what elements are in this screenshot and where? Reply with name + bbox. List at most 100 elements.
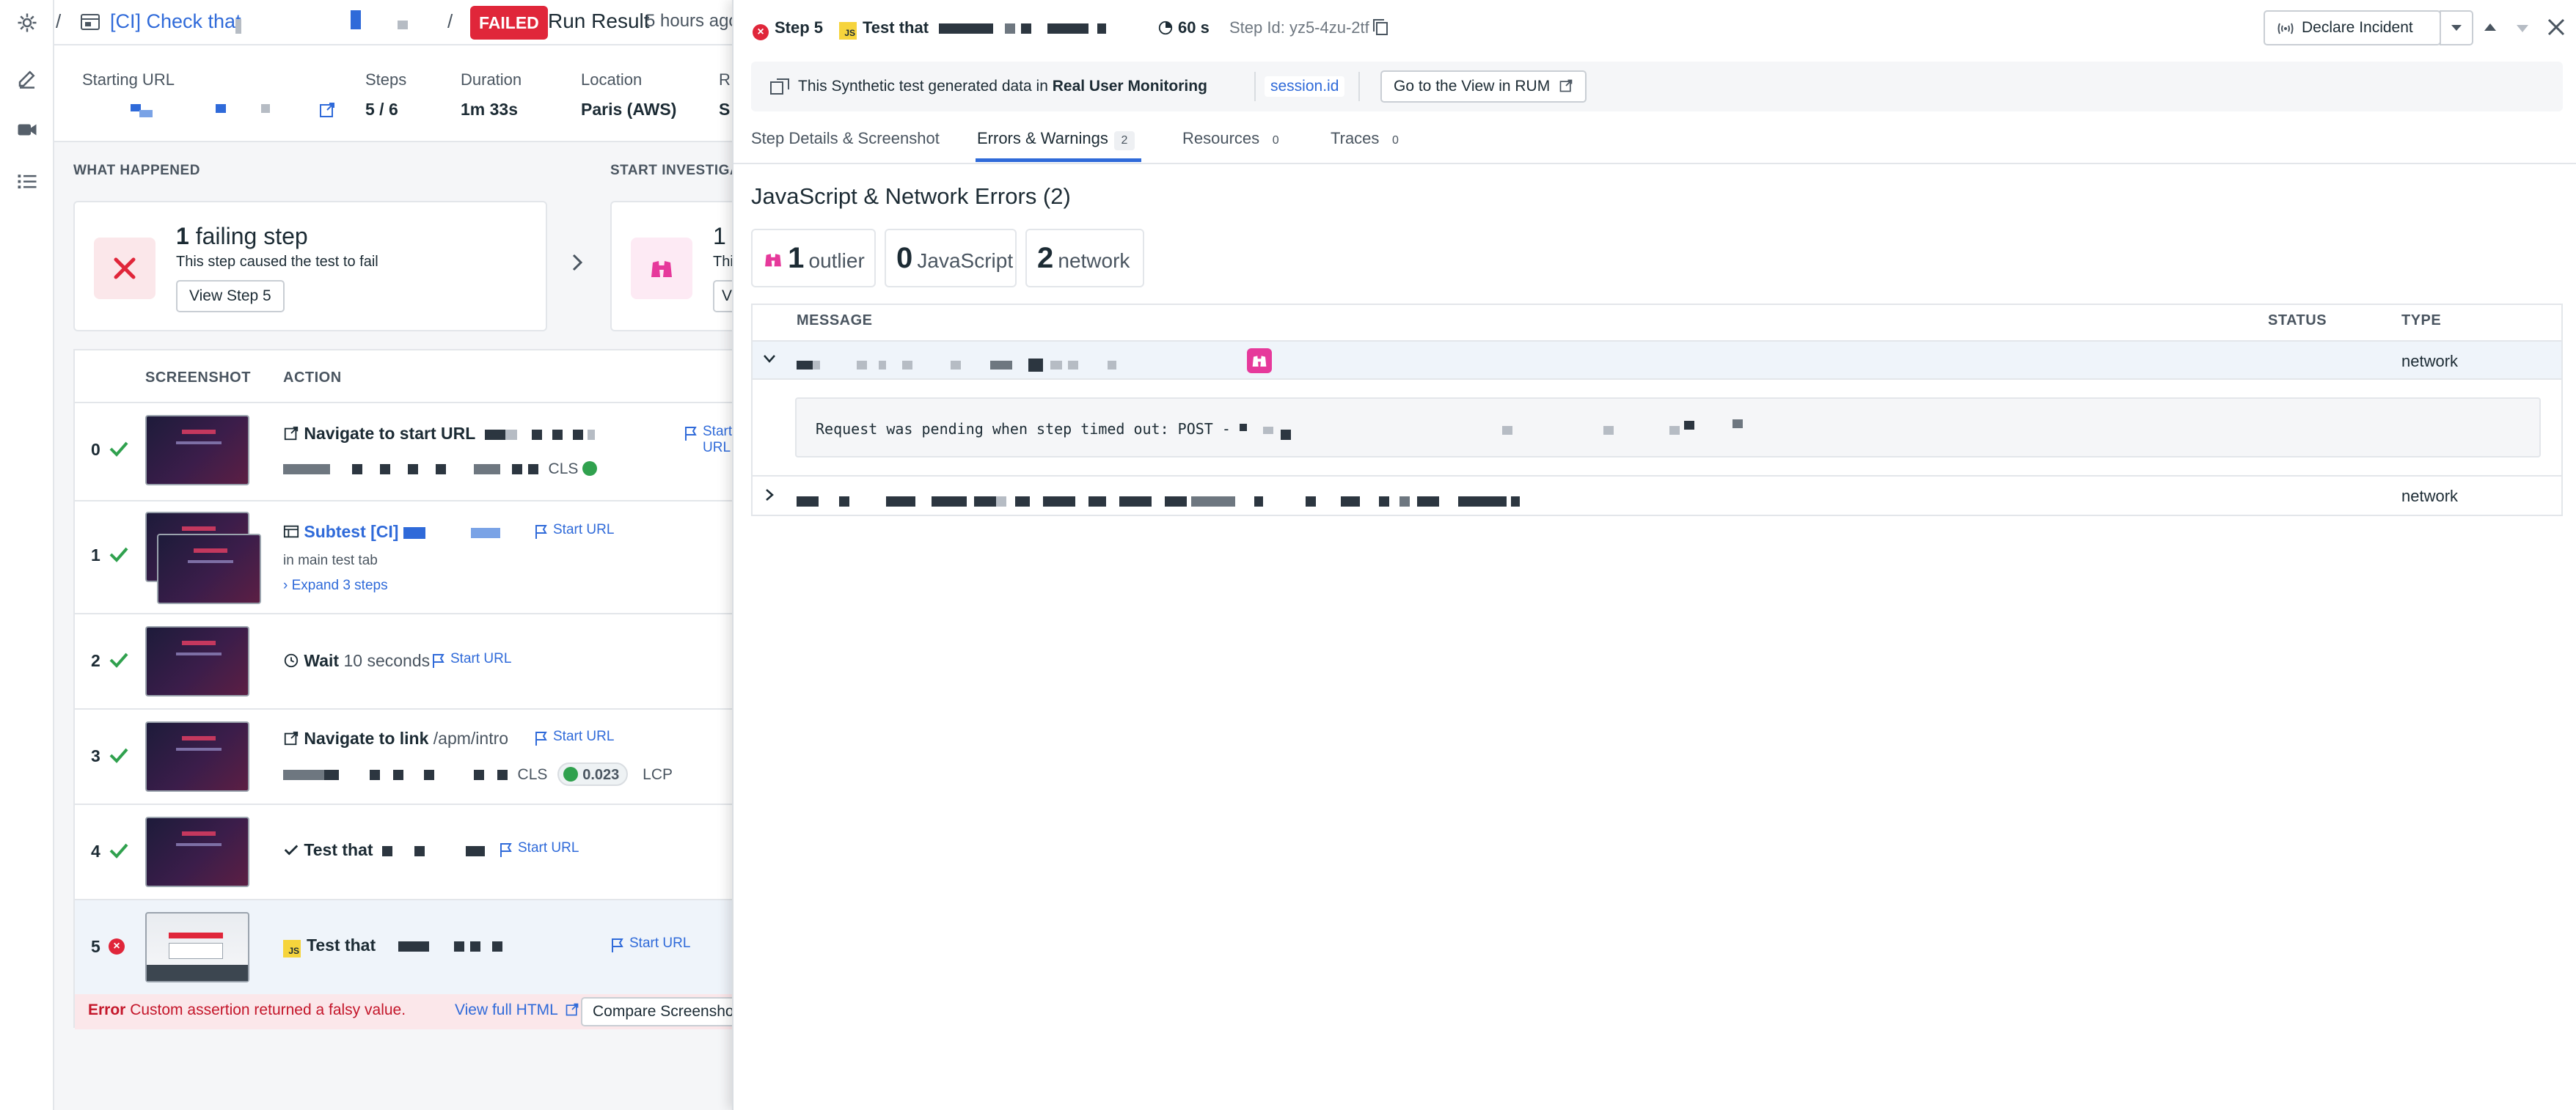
breadcrumb-separator: /: [447, 10, 453, 32]
steps-field: Steps 5 / 6: [365, 70, 406, 120]
view-full-html-link[interactable]: View full HTML: [455, 1001, 579, 1019]
flag-icon: [433, 654, 444, 668]
session-id-link[interactable]: session.id: [1265, 76, 1345, 97]
compare-screenshots-button[interactable]: Compare Screensho: [581, 997, 733, 1026]
external-link-icon: [566, 1003, 579, 1016]
expand-steps-link[interactable]: › Expand 3 steps: [283, 578, 388, 594]
close-icon[interactable]: [2547, 18, 2566, 37]
chevron-right-icon[interactable]: [764, 488, 775, 501]
subtest-link[interactable]: Subtest [CI]: [304, 522, 398, 541]
tab-resources[interactable]: Resources 0: [1182, 129, 1286, 150]
video-icon[interactable]: [16, 119, 38, 141]
column-header-action: ACTION: [283, 370, 342, 386]
outlier-count-filter[interactable]: 1 outlier: [751, 229, 876, 287]
subtest-context: in main test tab: [283, 553, 378, 568]
external-link-icon: [284, 426, 299, 441]
step-screenshot[interactable]: [145, 626, 249, 696]
investigate-description: This: [713, 254, 733, 270]
start-url-link[interactable]: Start URL: [518, 840, 579, 856]
step-label: × Step 5: [753, 18, 823, 40]
chevron-right-icon[interactable]: [568, 251, 587, 273]
check-icon: [109, 653, 128, 668]
failing-step-description: This step caused the test to fail: [176, 254, 378, 270]
step-detail-panel: × Step 5 JS Test that 60 s Step Id: yz5-4z…: [732, 0, 2576, 1110]
failing-step-title: 1 failing step: [176, 223, 308, 249]
javascript-count-filter[interactable]: 0 JavaScript: [885, 229, 1017, 287]
redacted-text: [235, 19, 241, 34]
tab-errors-warnings[interactable]: Errors & Warnings 2: [977, 129, 1135, 150]
column-header-message: MESSAGE: [797, 312, 873, 328]
step-number: 4: [91, 842, 100, 861]
external-link-icon: [284, 731, 299, 746]
view-step-button[interactable]: View Step 5: [176, 280, 285, 312]
table-row[interactable]: network: [753, 475, 2561, 515]
chevron-right-icon: ›: [283, 578, 288, 593]
external-link-icon: [1559, 79, 1573, 92]
step-action: Wait 10 seconds: [283, 651, 430, 671]
starting-url-value[interactable]: [82, 100, 334, 122]
error-type: network: [2401, 352, 2459, 370]
check-icon: [109, 547, 128, 562]
status-badge: FAILED: [470, 6, 548, 40]
flag-icon: [612, 938, 623, 952]
table-row[interactable]: 1 Subtest [CI] Start URL in main test ta…: [75, 500, 733, 613]
step-screenshot[interactable]: [145, 912, 249, 982]
chevron-down-icon[interactable]: [2514, 22, 2531, 35]
table-row[interactable]: 2 Wait 10 seconds Start URL: [75, 613, 733, 708]
step-error-banner: Error Custom assertion returned a falsy …: [75, 994, 733, 1029]
step-screenshot[interactable]: [145, 721, 249, 792]
js-icon: JS: [283, 940, 301, 958]
test-name-link[interactable]: [CI] Check that: [110, 10, 241, 33]
table-row[interactable]: 0 Navigate to start URL Start URL CLS: [75, 402, 733, 500]
browser-test-icon: [81, 14, 100, 30]
start-url-link[interactable]: Start URL: [553, 522, 614, 538]
settings-icon[interactable]: [16, 12, 38, 34]
timestamp: 5 hours ago: [645, 11, 733, 31]
incident-icon: [2277, 23, 2294, 34]
error-type: network: [2401, 487, 2459, 505]
duration-field: Duration 1m 33s: [461, 70, 522, 120]
step-screenshot[interactable]: [145, 415, 249, 485]
tab-traces[interactable]: Traces 0: [1331, 129, 1405, 150]
step-number: 1: [91, 545, 100, 565]
step-action: Subtest [CI]: [283, 522, 501, 542]
step-action: JS Test that: [283, 936, 502, 958]
table-row-selected[interactable]: 5 × JS Test that Start URL: [75, 899, 733, 994]
duration-value: 1m 33s: [461, 100, 519, 119]
declare-incident-button[interactable]: Declare Incident: [2264, 10, 2441, 45]
start-url-link[interactable]: Start URL: [703, 424, 733, 456]
check-icon: [109, 748, 128, 763]
edit-icon[interactable]: [16, 67, 38, 89]
section-title: JavaScript & Network Errors (2): [751, 183, 1071, 209]
copy-icon[interactable]: [1372, 18, 1389, 37]
investigate-card: 1 This V: [610, 201, 733, 331]
assertion-check-icon: [284, 845, 299, 856]
step-screenshot[interactable]: [157, 534, 261, 604]
tab-step-details[interactable]: Step Details & Screenshot: [751, 129, 940, 148]
start-url-link[interactable]: Start URL: [450, 651, 511, 667]
network-count-filter[interactable]: 2 network: [1025, 229, 1144, 287]
start-url-link[interactable]: Start URL: [629, 936, 690, 952]
table-row[interactable]: 3 Navigate to link /apm/intro Start URL …: [75, 708, 733, 804]
list-icon[interactable]: [16, 170, 38, 192]
step-screenshot[interactable]: [145, 817, 249, 887]
failing-step-card: 1 failing step This step caused the test…: [73, 201, 547, 331]
start-url-link[interactable]: Start URL: [553, 729, 614, 745]
go-to-rum-button[interactable]: Go to the View in RUM: [1380, 70, 1587, 103]
step-duration: 60 s: [1157, 18, 1210, 37]
step-action: Navigate to link /apm/intro: [283, 729, 508, 749]
table-row-expanded[interactable]: network: [753, 340, 2561, 380]
flag-icon: [535, 525, 547, 539]
investigate-button[interactable]: V: [713, 280, 733, 312]
check-icon: [109, 843, 128, 859]
investigate-title: 1: [713, 223, 726, 249]
location-value: Paris (AWS): [581, 100, 677, 119]
chevron-down-icon[interactable]: [763, 353, 776, 364]
declare-incident-dropdown[interactable]: [2440, 10, 2473, 45]
check-icon: [109, 441, 128, 457]
outlier-badge: [1247, 348, 1272, 373]
external-link-icon[interactable]: [318, 101, 336, 119]
chevron-up-icon[interactable]: [2482, 21, 2498, 34]
page-title: Run Result: [548, 10, 650, 32]
table-row[interactable]: 4 Test that Start URL: [75, 804, 733, 899]
